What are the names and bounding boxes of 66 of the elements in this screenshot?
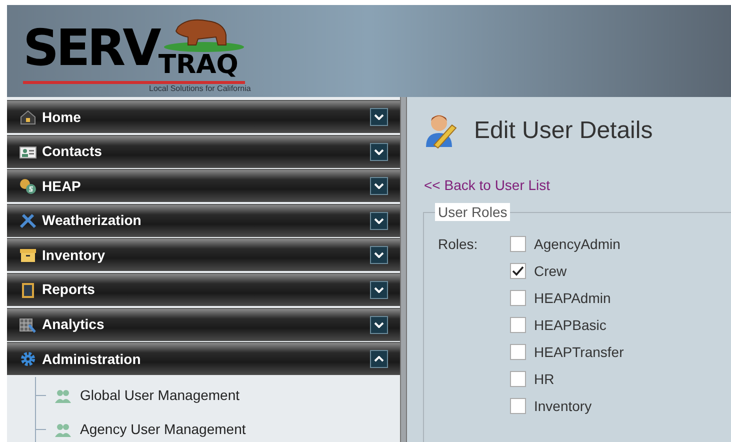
submenu-item[interactable]: Agency User Management (80, 419, 246, 440)
checkbox[interactable] (510, 398, 526, 414)
chevron-down-icon (374, 286, 384, 293)
expand-toggle[interactable] (370, 280, 388, 299)
chevron-down-icon (374, 114, 384, 120)
role-label: HR (534, 370, 554, 388)
expand-toggle[interactable] (370, 212, 388, 230)
role-label: AgencyAdmin (534, 234, 620, 254)
clipboard-icon (19, 282, 37, 298)
grid-wrench-icon (19, 316, 37, 333)
back-link[interactable]: << Back to User List (424, 175, 731, 196)
menu-header[interactable]: Contacts (7, 134, 400, 168)
expand-toggle[interactable] (370, 316, 388, 334)
settings-icon (19, 351, 37, 368)
box-icon (19, 247, 37, 264)
chevron-down-icon (374, 183, 384, 190)
menu-label: Contacts (42, 142, 103, 162)
expand-toggle[interactable] (370, 177, 388, 196)
menu-header[interactable]: Weatherization (7, 204, 400, 237)
role-label: HEAPBasic (534, 316, 606, 334)
checkbox[interactable] (510, 344, 526, 360)
collapse-toggle[interactable] (370, 350, 388, 368)
menu-label: Home (42, 108, 82, 126)
role-label: HEAPAdmin (534, 288, 611, 308)
checkbox[interactable] (510, 317, 526, 333)
fieldset-legend: User Roles (435, 203, 510, 221)
coins-icon (19, 178, 37, 194)
field-label: Roles: (438, 235, 479, 254)
expand-toggle[interactable] (370, 246, 388, 264)
expand-toggle[interactable] (370, 108, 388, 126)
users-icon (54, 388, 72, 404)
user-edit-icon (424, 113, 458, 149)
checkbox[interactable] (510, 290, 526, 306)
chevron-down-icon (374, 148, 384, 155)
page-title: Edit User Details (474, 116, 653, 146)
chevron-up-icon (374, 356, 384, 362)
house-icon (19, 109, 37, 125)
submenu-item[interactable]: Global User Management (80, 385, 240, 406)
contact-card-icon (19, 144, 37, 160)
menu-label: Administration (42, 350, 142, 369)
menu-header[interactable]: Inventory (7, 238, 400, 272)
menu-label: Weatherization (42, 211, 142, 230)
menu-header[interactable]: Home (7, 100, 400, 133)
menu-label: Inventory (42, 246, 106, 265)
logo-tagline: Local Solutions for California (149, 84, 252, 94)
menu-header[interactable]: Administration (7, 342, 400, 376)
role-label: Crew (534, 262, 567, 280)
users-icon (54, 422, 72, 438)
role-label: Inventory (534, 396, 592, 416)
menu-label: HEAP (42, 176, 82, 196)
menu-header[interactable]: Reports (7, 272, 400, 306)
chevron-down-icon (374, 218, 384, 224)
expand-toggle[interactable] (370, 142, 388, 161)
role-label: HEAPTransfer (534, 342, 624, 362)
checkbox[interactable] (510, 236, 526, 252)
menu-label: Reports (42, 280, 96, 300)
checkbox[interactable] (510, 263, 526, 279)
menu-header[interactable]: Analytics (7, 308, 400, 341)
checkbox[interactable] (510, 371, 526, 387)
checkmark-icon (512, 266, 524, 276)
chevron-down-icon (374, 322, 384, 328)
menu-header[interactable]: HEAP (7, 169, 400, 202)
chevron-down-icon (374, 252, 384, 258)
logo-word: SERV (23, 19, 160, 77)
logo-word: TRAQ (158, 53, 238, 77)
menu-label: Analytics (42, 315, 106, 334)
